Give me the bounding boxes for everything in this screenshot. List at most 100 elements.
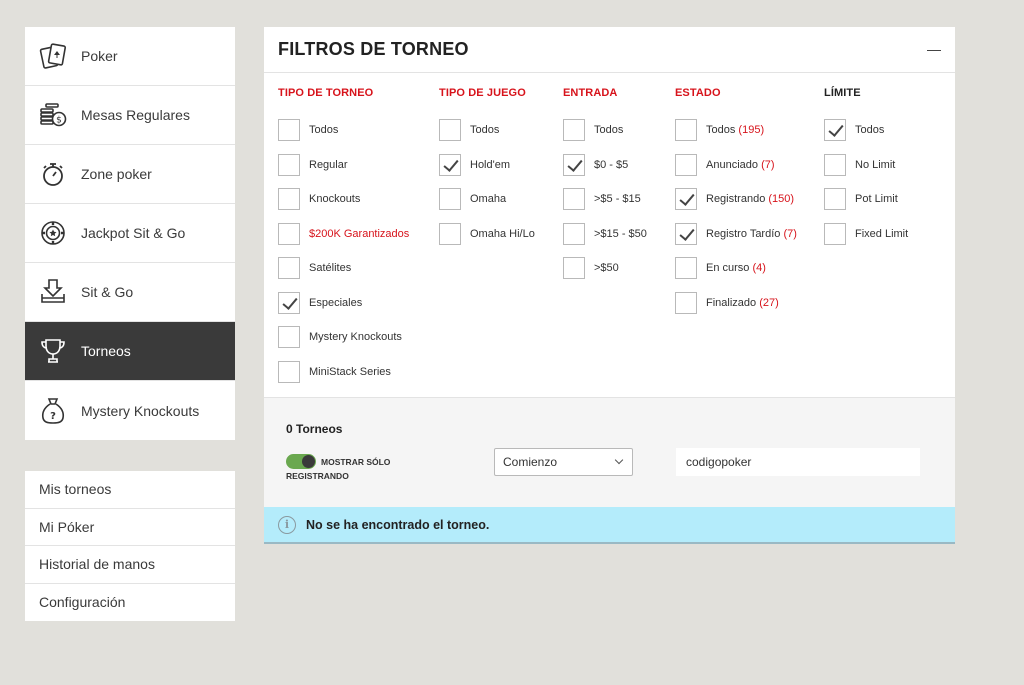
checkbox[interactable] (278, 291, 300, 314)
filter-option[interactable]: Registrando (150) (675, 188, 797, 210)
filter-option[interactable]: Todos (195) (675, 119, 797, 141)
option-text: En curso (706, 262, 750, 274)
filter-option[interactable]: Omaha Hi/Lo (439, 222, 535, 245)
menu-item-zone-poker[interactable]: Zone poker (25, 145, 235, 204)
option-label: Especiales (309, 296, 363, 309)
option-label: No Limit (855, 158, 896, 171)
menu-item-label: Poker (81, 48, 118, 64)
checkbox[interactable] (675, 257, 697, 279)
checkbox[interactable] (563, 153, 585, 176)
checkbox[interactable] (824, 153, 846, 176)
filter-option[interactable]: Anunciado (7) (675, 153, 797, 176)
registering-toggle[interactable] (286, 454, 316, 470)
menu-item-jackpot-sit-go[interactable]: Jackpot Sit & Go (25, 204, 235, 263)
filter-option[interactable]: Pot Limit (824, 188, 908, 210)
stopwatch-icon (25, 145, 81, 204)
menu-item-label: Mystery Knockouts (81, 402, 200, 419)
filter-option[interactable]: Todos (278, 119, 409, 141)
filter-option[interactable]: >$50 (563, 257, 647, 279)
option-label: Todos (855, 124, 885, 136)
checkbox[interactable] (439, 119, 461, 141)
option-text: Registrando (706, 193, 766, 205)
option-label: Finalizado (27) (706, 297, 779, 309)
checkbox[interactable] (563, 222, 585, 245)
filter-option[interactable]: MiniStack Series (278, 360, 409, 383)
option-label: Anunciado (7) (706, 159, 775, 171)
checkbox[interactable] (675, 222, 697, 245)
checkbox[interactable] (278, 326, 300, 348)
menu-item-sit-go[interactable]: Sit & Go (25, 263, 235, 322)
filter-option[interactable]: Regular (278, 153, 409, 176)
mystery-bag-icon: ? (25, 381, 81, 440)
menu-item-mystery-knockouts[interactable]: ? Mystery Knockouts (25, 381, 235, 440)
option-count: (7) (761, 158, 775, 171)
sub-menu-configuracion[interactable]: Configuración (25, 584, 235, 622)
filter-option[interactable]: Knockouts (278, 188, 409, 210)
option-label: >$50 (594, 262, 619, 274)
filter-option[interactable]: >$15 - $50 (563, 222, 647, 245)
checkbox[interactable] (439, 222, 461, 245)
menu-item-torneos[interactable]: Torneos (25, 322, 235, 381)
filter-option[interactable]: Mystery Knockouts (278, 326, 409, 348)
checkbox[interactable] (278, 222, 300, 245)
checkbox[interactable] (278, 257, 300, 279)
filter-option[interactable]: >$5 - $15 (563, 188, 647, 210)
filter-option[interactable]: Satélites (278, 257, 409, 279)
filter-option[interactable]: Todos (824, 119, 908, 141)
option-label: Registrando (150) (706, 193, 794, 205)
option-label: Omaha Hi/Lo (470, 227, 535, 240)
checkbox[interactable] (563, 119, 585, 141)
panel-header: FILTROS DE TORNEO (264, 27, 955, 73)
menu-item-label: Torneos (81, 343, 131, 359)
menu-item-poker[interactable]: Poker (25, 27, 235, 86)
checkbox[interactable] (563, 188, 585, 210)
filter-option[interactable]: Todos (439, 119, 535, 141)
filter-option[interactable]: Especiales (278, 291, 409, 314)
checkbox[interactable] (824, 222, 846, 245)
sub-menu-mis-torneos[interactable]: Mis torneos (25, 471, 235, 509)
filter-option[interactable]: $0 - $5 (563, 153, 647, 176)
checkbox[interactable] (675, 153, 697, 176)
filter-option[interactable]: Registro Tardío (7) (675, 222, 797, 245)
checkbox[interactable] (563, 257, 585, 279)
registering-toggle-group: MOSTRAR SÓLO REGISTRANDO (286, 454, 416, 483)
filter-option[interactable]: Finalizado (27) (675, 291, 797, 314)
filter-option[interactable]: Hold'em (439, 153, 535, 176)
filter-option[interactable]: En curso (4) (675, 257, 797, 279)
filter-option[interactable]: Omaha (439, 188, 535, 210)
checkbox[interactable] (278, 360, 300, 383)
sub-menu-mi-poker[interactable]: Mi Póker (25, 509, 235, 546)
checkbox[interactable] (278, 119, 300, 141)
search-input[interactable] (676, 448, 920, 476)
menu-item-mesas-regulares[interactable]: $ Mesas Regulares (25, 86, 235, 145)
game-menu: Poker $ Mesas Regulares Zone poker Jackp… (25, 27, 235, 440)
checkbox[interactable] (675, 119, 697, 141)
checkbox[interactable] (675, 188, 697, 210)
filter-option[interactable]: $200K Garantizados (278, 222, 409, 245)
panel-title: FILTROS DE TORNEO (278, 39, 469, 59)
option-label: Fixed Limit (855, 227, 909, 240)
option-label: Knockouts (309, 193, 361, 205)
checkbox[interactable] (278, 153, 300, 176)
option-label: Todos (195) (706, 124, 764, 136)
option-label: Satélites (309, 262, 352, 274)
checkbox[interactable] (824, 119, 846, 141)
option-label: Registro Tardío (7) (706, 228, 797, 240)
option-text: Todos (706, 124, 736, 136)
column-title: TIPO DE TORNEO (278, 87, 374, 99)
checkbox[interactable] (439, 188, 461, 210)
checkbox[interactable] (439, 153, 461, 176)
sort-select-value: Comienzo (503, 455, 558, 469)
collapse-button[interactable] (927, 43, 941, 57)
filter-option[interactable]: Fixed Limit (824, 222, 909, 245)
checkbox[interactable] (675, 291, 697, 314)
filter-option[interactable]: No Limit (824, 153, 908, 176)
checkbox[interactable] (824, 188, 846, 210)
sort-select[interactable]: Comienzo (494, 448, 633, 476)
sub-menu-historial[interactable]: Historial de manos (25, 546, 235, 584)
column-title: ENTRADA (563, 87, 618, 99)
filter-option[interactable]: Todos (563, 119, 647, 141)
column-tipo-torneo: TIPO DE TORNEO Todos Regular Knockouts $… (278, 86, 409, 395)
checkbox[interactable] (278, 188, 300, 210)
option-label: En curso (4) (706, 262, 766, 274)
